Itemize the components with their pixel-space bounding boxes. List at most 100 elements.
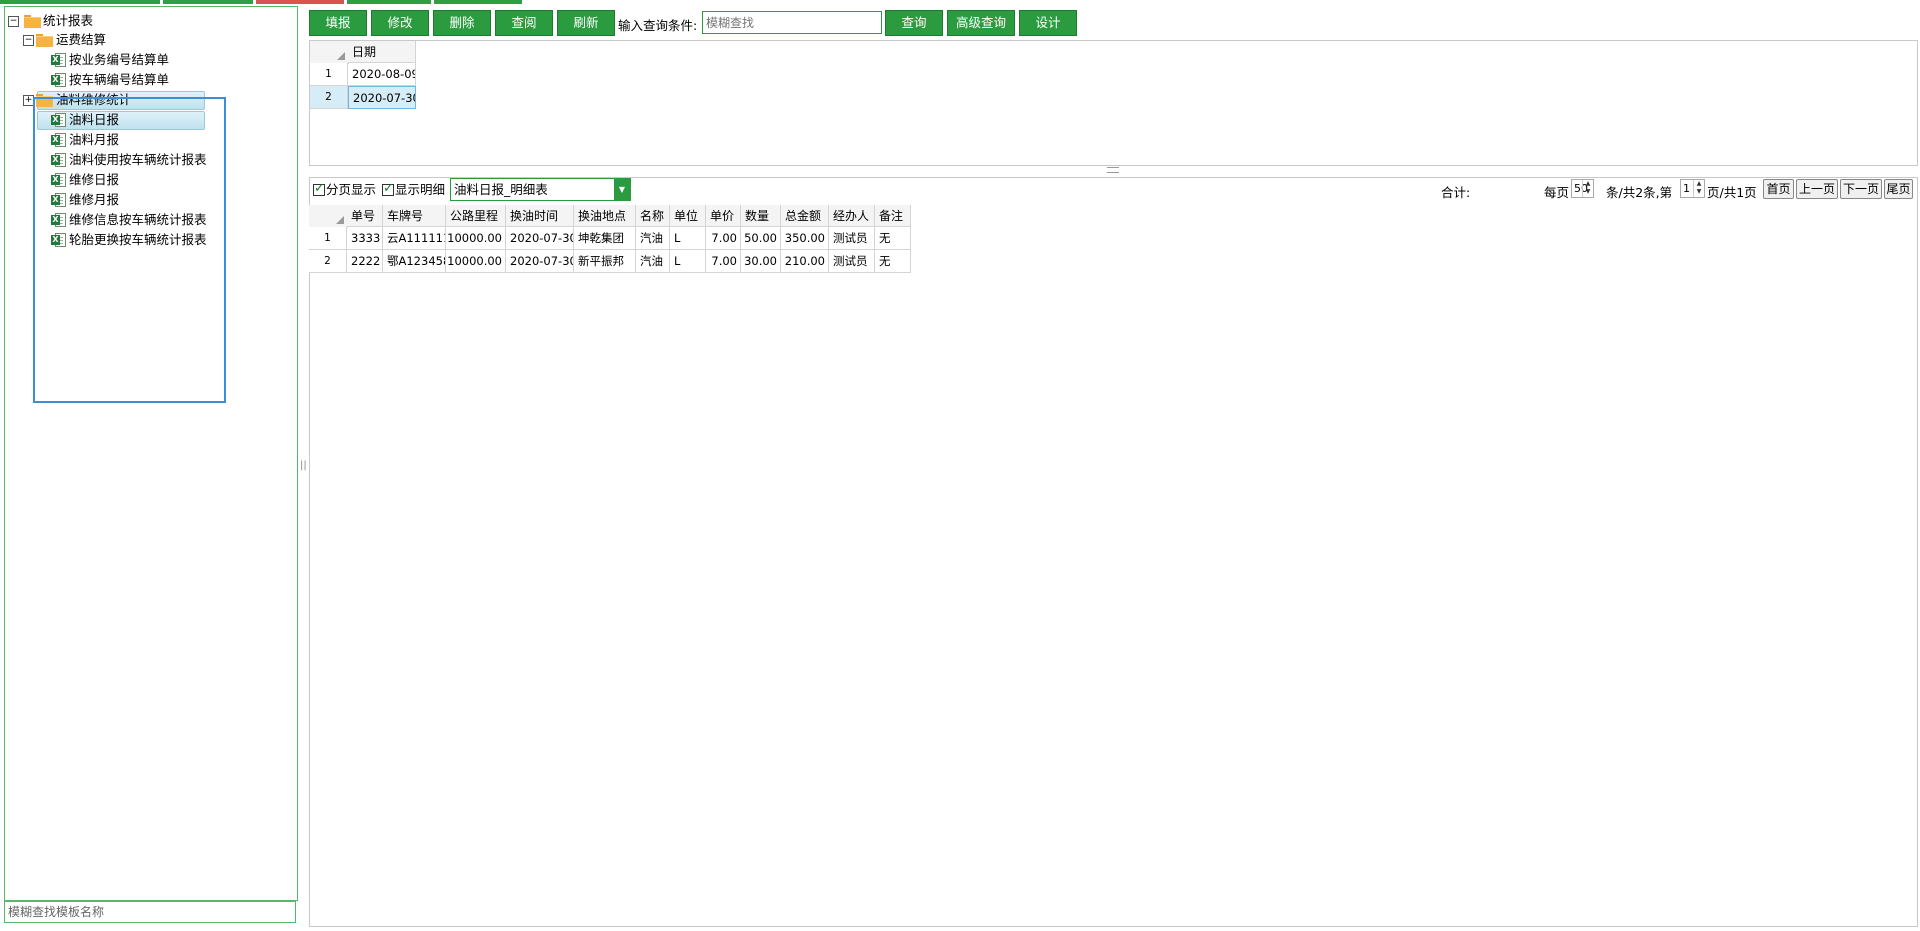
collapse-icon[interactable]: −	[23, 35, 34, 46]
row-number[interactable]: 1	[309, 227, 347, 250]
template-search-input[interactable]: 模糊查找模板名称	[4, 901, 296, 923]
tab-3-active[interactable]	[256, 0, 344, 4]
tab-5[interactable]	[434, 0, 522, 4]
column-header-remark[interactable]: 备注	[875, 205, 911, 227]
cell-total-amount[interactable]: 210.00	[781, 250, 829, 273]
cell-mileage[interactable]: 10000.00	[446, 250, 506, 273]
cell-refuel-time[interactable]: 2020-07-30	[506, 227, 574, 250]
cell-remark[interactable]: 无	[875, 250, 911, 273]
advanced-search-button[interactable]: 高级查询	[947, 10, 1015, 36]
detail-label: 显示明细	[395, 182, 446, 197]
updown-icon[interactable]: ▲ ▼	[1693, 180, 1704, 197]
excel-icon: X	[51, 73, 66, 87]
total-pages-text: 页/共1页	[1707, 185, 1757, 200]
cell-plate-no[interactable]: 鄂A123458	[383, 250, 446, 273]
tree-label: 按业务编号结算单	[69, 52, 170, 67]
excel-icon: X	[51, 53, 66, 67]
column-header-mileage[interactable]: 公路里程	[446, 205, 506, 227]
checkbox-checked-icon[interactable]	[313, 182, 325, 196]
page-stepper[interactable]: 1 ▲ ▼	[1680, 179, 1705, 198]
cell-item-name[interactable]: 汽油	[636, 227, 670, 250]
column-header-refuel-time[interactable]: 换油时间	[506, 205, 574, 227]
column-header-total-amount[interactable]: 总金额	[781, 205, 829, 227]
per-page-label: 每页	[1544, 185, 1570, 200]
query-label: 输入查询条件:	[618, 18, 698, 33]
search-button[interactable]: 查询	[885, 10, 943, 36]
cell-quantity[interactable]: 50.00	[741, 227, 781, 250]
date-cell-selected[interactable]: 2020-07-30	[348, 86, 416, 109]
cell-item-name[interactable]: 汽油	[636, 250, 670, 273]
tree-label: 运费结算	[56, 32, 107, 47]
total-records-text: 条/共2条,第	[1606, 185, 1673, 200]
paging-label: 分页显示	[326, 182, 377, 197]
view-button[interactable]: 查阅	[495, 10, 553, 36]
tree-label: 统计报表	[43, 13, 94, 28]
top-tab-strip	[0, 0, 1920, 4]
cell-total-amount[interactable]: 350.00	[781, 227, 829, 250]
cell-plate-no[interactable]: 云A111111	[383, 227, 446, 250]
cell-refuel-time[interactable]: 2020-07-30	[506, 250, 574, 273]
cell-unit[interactable]: L	[670, 250, 706, 273]
checkbox-checked-icon[interactable]	[382, 182, 394, 196]
fill-button[interactable]: 填报	[309, 10, 367, 36]
cell-unit[interactable]: L	[670, 227, 706, 250]
column-header-handler[interactable]: 经办人	[829, 205, 875, 227]
first-page-button[interactable]: 首页	[1763, 179, 1794, 199]
date-header[interactable]: 日期	[348, 41, 416, 63]
total-label: 合计:	[1441, 185, 1471, 200]
query-input[interactable]	[702, 11, 882, 34]
design-button[interactable]: 设计	[1019, 10, 1077, 36]
column-header-order-no[interactable]: 单号	[347, 205, 383, 227]
updown-icon[interactable]: ▲ ▼	[1582, 180, 1593, 197]
horizontal-splitter-handle[interactable]	[1107, 167, 1119, 173]
vertical-splitter-handle[interactable]: ||	[300, 460, 307, 474]
paging-checkbox[interactable]: 分页显示	[313, 182, 377, 197]
column-header-item-name[interactable]: 名称	[636, 205, 670, 227]
tab-4[interactable]	[347, 0, 431, 4]
tab-1[interactable]	[0, 0, 160, 4]
cell-refuel-place[interactable]: 新平振邦	[574, 250, 636, 273]
cell-quantity[interactable]: 30.00	[741, 250, 781, 273]
column-header-unit[interactable]: 单位	[670, 205, 706, 227]
prev-page-button[interactable]: 上一页	[1796, 179, 1838, 199]
grid-corner[interactable]	[309, 205, 348, 228]
column-header-quantity[interactable]: 数量	[741, 205, 781, 227]
column-header-unit-price[interactable]: 单价	[706, 205, 741, 227]
next-page-button[interactable]: 下一页	[1840, 179, 1882, 199]
folder-icon	[24, 15, 41, 28]
collapse-icon[interactable]: −	[8, 16, 19, 27]
per-page-stepper[interactable]: 50 ▲ ▼	[1571, 179, 1594, 198]
cell-order-no[interactable]: 3333	[347, 227, 383, 250]
cell-refuel-place[interactable]: 坤乾集团	[574, 227, 636, 250]
cell-unit-price[interactable]: 7.00	[706, 250, 741, 273]
report-tree-panel: − 统计报表 − 运费结算 X 按业务编号结算单 X 按车辆编号结算单 + 油料…	[4, 6, 298, 901]
tab-2[interactable]	[163, 0, 253, 4]
column-header-plate-no[interactable]: 车牌号	[383, 205, 446, 227]
tree-label: 按车辆编号结算单	[69, 72, 170, 87]
cell-handler[interactable]: 测试员	[829, 227, 875, 250]
cell-unit-price[interactable]: 7.00	[706, 227, 741, 250]
row-number[interactable]: 2	[309, 250, 347, 273]
detail-panel	[309, 177, 1918, 927]
detail-checkbox[interactable]: 显示明细	[382, 182, 446, 197]
cell-handler[interactable]: 测试员	[829, 250, 875, 273]
cell-order-no[interactable]: 2222	[347, 250, 383, 273]
last-page-button[interactable]: 尾页	[1884, 179, 1913, 199]
edit-button[interactable]: 修改	[371, 10, 429, 36]
row-number[interactable]: 2	[310, 86, 348, 109]
cell-remark[interactable]: 无	[875, 227, 911, 250]
row-number[interactable]: 1	[310, 63, 348, 86]
date-grid-panel: 日期 1 2020-08-09 2 2020-07-30	[309, 40, 1918, 166]
column-header-refuel-place[interactable]: 换油地点	[574, 205, 636, 227]
refresh-button[interactable]: 刷新	[557, 10, 615, 36]
date-cell[interactable]: 2020-08-09	[348, 63, 416, 86]
grid-corner[interactable]	[310, 41, 349, 64]
chevron-down-icon[interactable]: ▼	[614, 179, 630, 200]
folder-icon	[36, 34, 53, 47]
template-select[interactable]: 油料日报_明细表 ▼	[450, 178, 631, 201]
template-select-value: 油料日报_明细表	[454, 182, 548, 197]
selection-rectangle	[33, 97, 226, 403]
page-value: 1	[1683, 182, 1690, 195]
delete-button[interactable]: 删除	[433, 10, 491, 36]
cell-mileage[interactable]: 10000.00	[446, 227, 506, 250]
